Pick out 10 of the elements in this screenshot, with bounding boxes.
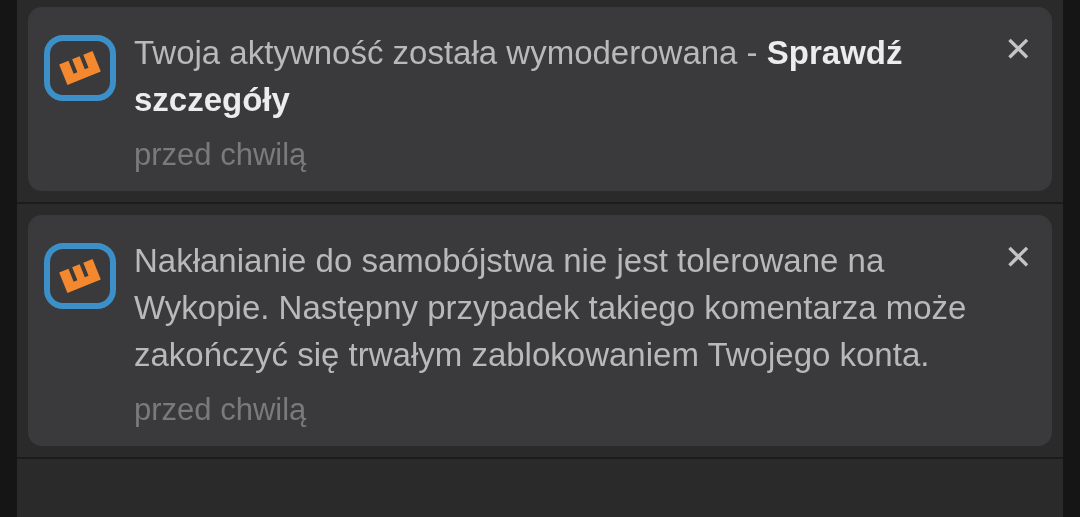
notification-message: Nakłanianie do samobójstwa nie jest tolerowane na Wykopie. Następny przypadek takiego komentarza może zakończyć się trwałym zablokowaniem Twojego konta.: [134, 241, 968, 375]
app-logo-icon: [44, 243, 116, 309]
notification-card[interactable]: Nakłanianie do samobójstwa nie jest tolerowane na Wykopie. Następny przypadek takiego komentarza może zakończyć się trwałym zablokowaniem Twojego konta. przed chwilą ✕: [28, 215, 1052, 446]
close-button[interactable]: ✕: [1004, 29, 1033, 69]
app-logo-icon: [44, 35, 116, 101]
timestamp: przed chwilą: [134, 137, 308, 173]
timestamp: przed chwilą: [134, 392, 308, 428]
notification-message: Twoja aktywność została wymoderowana - Sprawdź szczegóły: [134, 33, 904, 120]
notification-card[interactable]: Twoja aktywność została wymoderowana - Sprawdź szczegóły przed chwilą ✕: [28, 7, 1052, 191]
close-button[interactable]: ✕: [1004, 237, 1033, 277]
